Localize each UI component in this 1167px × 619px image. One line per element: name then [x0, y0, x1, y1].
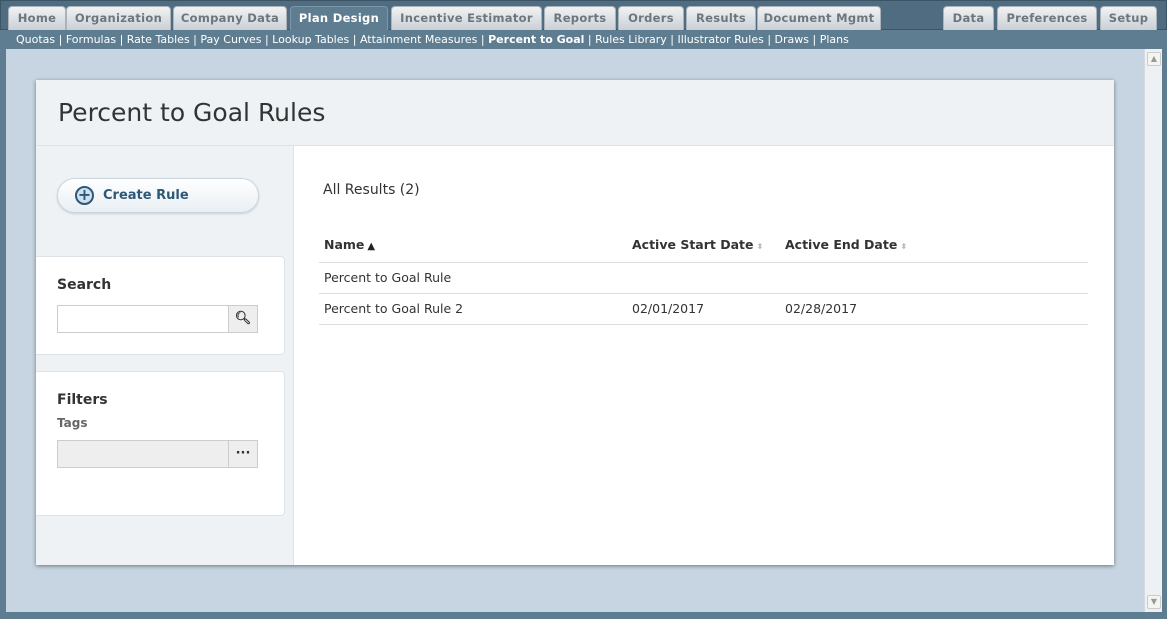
tab-orders[interactable]: Orders [618, 6, 684, 30]
scrollbar[interactable]: ▲ ▼ [1144, 49, 1162, 612]
separator: | [189, 33, 201, 46]
tags-input[interactable]: ··· [57, 440, 258, 468]
column-header-start-date[interactable]: Active Start Date ⬍ [627, 228, 780, 263]
rule-name: Percent to Goal Rule 2 [319, 293, 627, 325]
create-rule-label: Create Rule [103, 188, 189, 203]
end-date: 02/28/2017 [780, 293, 1088, 325]
tab-reports[interactable]: Reports [544, 6, 616, 30]
sort-icon: ⬍ [900, 242, 908, 252]
separator: | [809, 33, 820, 46]
end-date [780, 262, 1088, 294]
tab-home[interactable]: Home [8, 6, 66, 30]
tab-preferences[interactable]: Preferences [997, 6, 1097, 30]
subnav-lookup-tables[interactable]: Lookup Tables [272, 33, 349, 46]
page-title: Percent to Goal Rules [58, 98, 326, 127]
tab-incentive-estimator[interactable]: Incentive Estimator [391, 6, 542, 30]
subnav-rate-tables[interactable]: Rate Tables [127, 33, 190, 46]
separator: | [666, 33, 678, 46]
plus-circle-icon: + [75, 186, 94, 205]
search-icon[interactable]: 🔍︎ [228, 306, 257, 332]
tab-organization[interactable]: Organization [66, 6, 171, 30]
column-header-end-date[interactable]: Active End Date ⬍ [780, 228, 1088, 263]
subnav-pay-curves[interactable]: Pay Curves [200, 33, 261, 46]
column-header-name[interactable]: Name ▲ [319, 228, 627, 263]
separator: | [584, 33, 596, 46]
filters-heading: Filters [57, 392, 108, 408]
search-section: Search 🔍︎ [36, 256, 285, 355]
tab-data[interactable]: Data [943, 6, 994, 30]
results-table: Name ▲ Active Start Date ⬍ Active End Date… [319, 228, 1088, 325]
subnav-formulas[interactable]: Formulas [66, 33, 116, 46]
rules-panel: Percent to Goal Rules + Create Rule Sear… [36, 80, 1114, 565]
separator: | [763, 33, 775, 46]
separator: | [349, 33, 360, 46]
subnav-illustrator-rules[interactable]: Illustrator Rules [677, 33, 763, 46]
more-icon[interactable]: ··· [228, 441, 257, 467]
tab-results[interactable]: Results [686, 6, 756, 30]
search-input[interactable]: 🔍︎ [57, 305, 258, 333]
create-rule-button[interactable]: + Create Rule [57, 178, 259, 213]
subnav-attainment-measures[interactable]: Attainment Measures [360, 33, 477, 46]
start-date: 02/01/2017 [627, 293, 780, 325]
sub-nav: Quotas | Formulas | Rate Tables | Pay Cu… [0, 30, 1167, 49]
search-heading: Search [57, 277, 112, 293]
subnav-percent-to-goal[interactable]: Percent to Goal [488, 33, 584, 46]
subnav-draws[interactable]: Draws [775, 33, 809, 46]
scroll-up-icon[interactable]: ▲ [1147, 52, 1161, 66]
tab-plan-design[interactable]: Plan Design [290, 6, 388, 30]
rule-name: Percent to Goal Rule [319, 262, 627, 294]
results-count: All Results (2) [323, 182, 420, 198]
scroll-down-icon[interactable]: ▼ [1147, 595, 1161, 609]
tab-setup[interactable]: Setup [1100, 6, 1157, 30]
filters-section: Filters Tags ··· [36, 371, 285, 516]
subnav-quotas[interactable]: Quotas [16, 33, 55, 46]
separator: | [477, 33, 489, 46]
sort-icon: ⬍ [756, 242, 764, 252]
sidebar: + Create Rule Search 🔍︎ Filters Tags ··· [36, 146, 294, 565]
sort-asc-icon: ▲ [367, 241, 376, 253]
table-row[interactable]: Percent to Goal Rule [319, 262, 1088, 294]
tags-label: Tags [57, 416, 88, 430]
tab-company-data[interactable]: Company Data [173, 6, 287, 30]
tab-document-mgmt[interactable]: Document Mgmt [757, 6, 881, 30]
separator: | [261, 33, 273, 46]
separator: | [55, 33, 66, 46]
subnav-rules-library[interactable]: Rules Library [595, 33, 667, 46]
start-date [627, 262, 780, 294]
subnav-plans[interactable]: Plans [820, 33, 849, 46]
table-row[interactable]: Percent to Goal Rule 2 02/01/2017 02/28/20… [319, 293, 1088, 325]
separator: | [116, 33, 127, 46]
